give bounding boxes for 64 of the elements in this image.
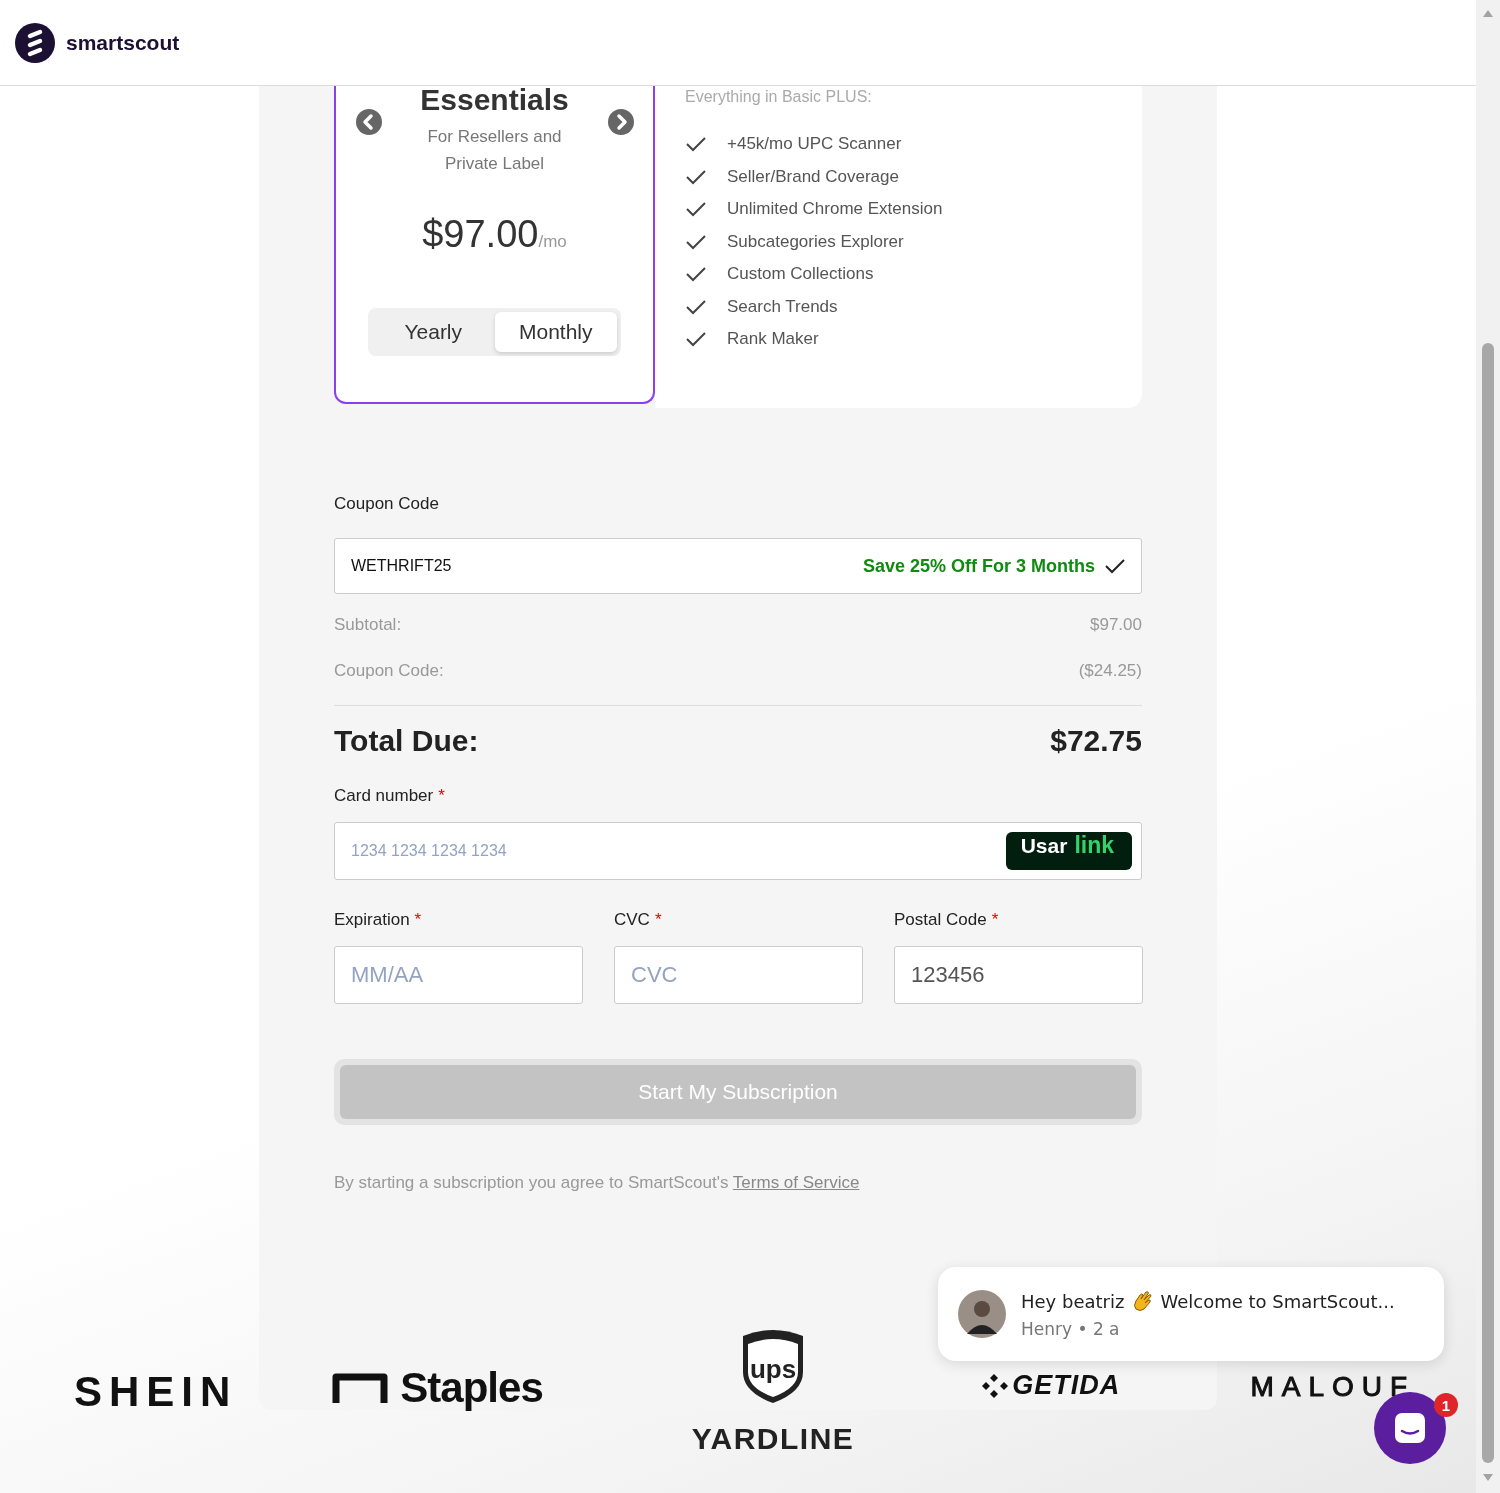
feature-text: Custom Collections: [727, 264, 874, 284]
summary-label: Subtotal:: [334, 615, 402, 635]
check-icon: [685, 297, 707, 316]
check-icon: [1105, 558, 1125, 574]
check-icon: [685, 330, 707, 348]
check-icon: [685, 167, 707, 186]
coupon-field[interactable]: WETHRIFT25 Save 25% Off For 3 Months: [334, 538, 1142, 594]
dots-icon: [982, 1373, 1009, 1398]
field-label: Coupon Code: [334, 494, 440, 514]
field-label: CVC: [614, 910, 650, 929]
brand-logo: YARDLINE: [691, 1422, 855, 1456]
feature-text: Unlimited Chrome Extension: [727, 199, 943, 219]
bracket-icon: [332, 1371, 389, 1405]
field-label: Card number: [334, 786, 434, 805]
features-heading: Everything in Basic PLUS:: [685, 88, 873, 106]
feature-text: Search Trends: [727, 296, 838, 317]
chat-popup[interactable]: Hey beatriz Welcome to SmartScout... Henry • 2 a: [938, 1267, 1444, 1361]
brand-logo: SHEIN: [74, 1368, 238, 1416]
logo-icon: [15, 22, 55, 63]
card-number-field[interactable]: 1234 1234 1234 1234 Usar link: [334, 822, 1142, 880]
logo-text: smartscout: [66, 30, 180, 55]
feature-text: Subcategories Explorer: [727, 231, 904, 252]
expiration-field[interactable]: MM/AA: [334, 946, 583, 1004]
required-mark: *: [654, 910, 662, 929]
plan-title: Essentials: [420, 83, 569, 117]
brand-logo: MALOUF: [1250, 1371, 1416, 1403]
required-mark: *: [414, 910, 422, 929]
cvc-field[interactable]: CVC: [614, 946, 863, 1004]
check-icon: [685, 232, 707, 251]
check-icon: [685, 135, 707, 153]
field-label: Expiration: [334, 910, 410, 929]
chat-greeting: Hey beatriz: [1021, 1290, 1125, 1312]
summary-label: Coupon Code:: [334, 661, 444, 681]
billing-option[interactable]: Monthly: [494, 312, 617, 352]
total-label: Total Due:: [334, 724, 479, 758]
plan-price: $97.00: [422, 213, 539, 256]
field-label: Postal Code: [894, 910, 987, 929]
required-mark: *: [991, 910, 999, 929]
terms-text: By starting a subscription you agree to SmartScout's Terms of Service: [334, 1173, 861, 1193]
chat-meta: Henry • 2 a: [1021, 1319, 1121, 1339]
brand-name: GETIDA: [1012, 1370, 1121, 1401]
coupon-input[interactable]: WETHRIFT25: [351, 557, 863, 575]
price-period: /mo: [538, 232, 567, 252]
plan-subtitle: For Resellers and Private Label: [426, 126, 563, 175]
unread-badge: 1: [1434, 1393, 1458, 1417]
link-pay-button[interactable]: Usar link: [1005, 832, 1132, 870]
chat-icon: [1393, 1411, 1427, 1445]
scrollbar[interactable]: [1476, 0, 1500, 1493]
chat-message: Welcome to SmartScout...: [1160, 1290, 1395, 1312]
summary-value: $97.00: [1090, 615, 1142, 635]
check-icon: [685, 200, 707, 218]
required-mark: *: [438, 786, 445, 805]
brand-name: Staples: [400, 1364, 543, 1412]
feature-text: Seller/Brand Coverage: [727, 166, 899, 187]
feature-text: +45k/mo UPC Scanner: [727, 134, 902, 154]
avatar-icon: [958, 1290, 1006, 1338]
billing-option[interactable]: Yearly: [372, 312, 495, 352]
card-number-input[interactable]: 1234 1234 1234 1234: [351, 842, 1006, 860]
coupon-message: Save 25% Off For 3 Months: [862, 555, 1095, 577]
postal-code-field[interactable]: 123456: [894, 946, 1143, 1004]
feature-text: Rank Maker: [727, 329, 819, 349]
check-icon: [685, 265, 707, 283]
summary-value: ($24.25): [1078, 661, 1142, 681]
total-value: $72.75: [1050, 724, 1142, 758]
